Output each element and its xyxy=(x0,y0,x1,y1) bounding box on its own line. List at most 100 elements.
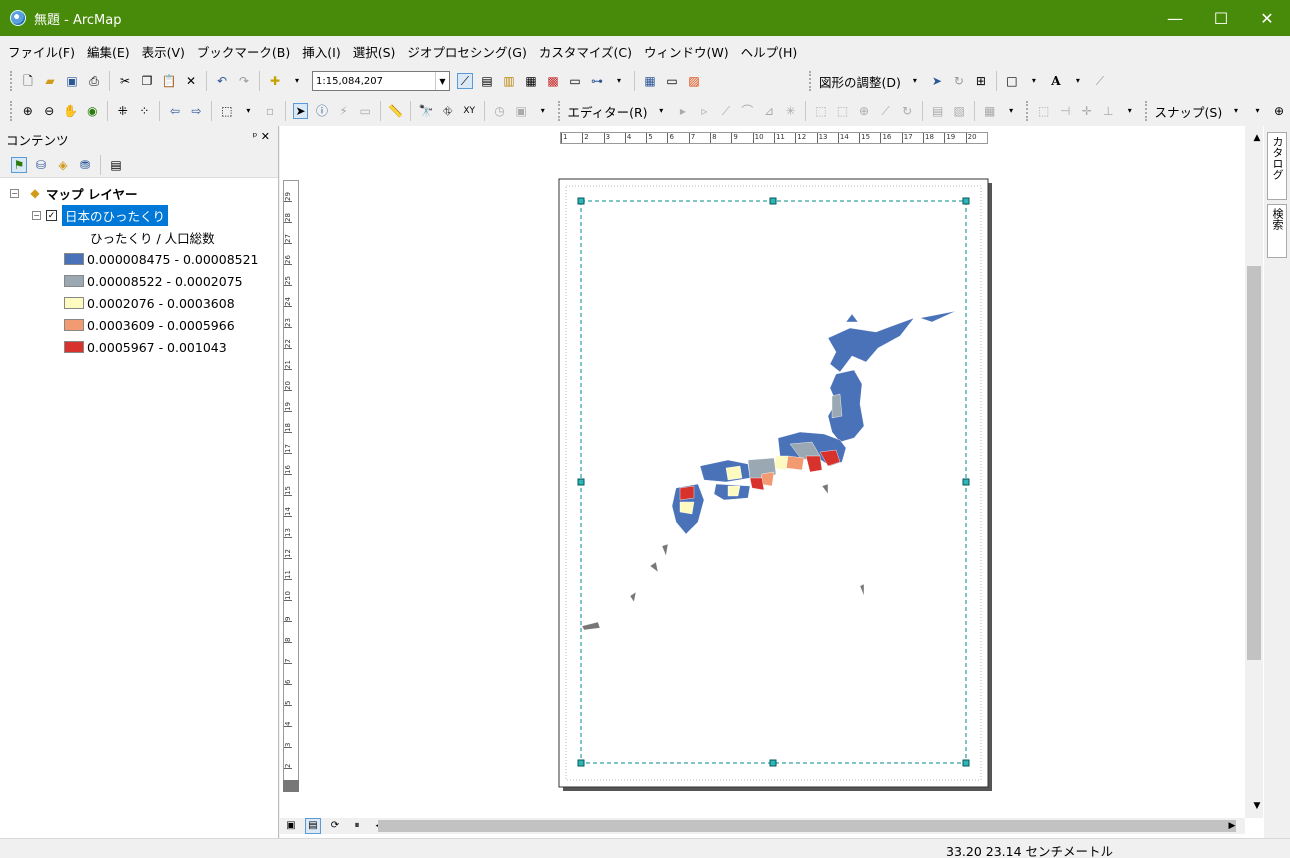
scroll-down-icon[interactable]: ▼ xyxy=(1249,798,1265,814)
list-by-visibility-icon[interactable]: ◈ xyxy=(55,157,71,173)
page-canvas[interactable] xyxy=(280,126,1244,818)
collapse-icon[interactable]: − xyxy=(10,188,19,198)
rectangle-icon[interactable]: □ xyxy=(1004,73,1020,89)
toolbar-overflow-icon[interactable]: ▾ xyxy=(1003,103,1019,119)
rotate-feature-icon[interactable]: ↻ xyxy=(899,103,915,119)
menu-selection[interactable]: 選択(S) xyxy=(353,42,396,61)
zoom-in-icon[interactable]: ⊕ xyxy=(20,103,36,119)
dropdown-arrow-icon[interactable]: ▾ xyxy=(907,73,923,89)
menu-edit[interactable]: 編集(E) xyxy=(87,42,130,61)
menu-geoprocessing[interactable]: ジオプロセシング(G) xyxy=(407,42,526,61)
menu-customize[interactable]: カスタマイズ(C) xyxy=(539,42,632,61)
toolbar-overflow-icon[interactable]: ▾ xyxy=(535,103,551,119)
time-slider-icon[interactable]: ◷ xyxy=(492,103,508,119)
horizontal-scrollbar[interactable]: ▣ ▤ ⟳ ⏸ ◀ ▶ xyxy=(280,818,1245,834)
menu-windows[interactable]: ウィンドウ(W) xyxy=(644,42,729,61)
edit-vertices-icon[interactable]: ⟋ xyxy=(1092,73,1108,89)
viewer-window-icon[interactable]: ▣ xyxy=(513,103,529,119)
minimize-button[interactable]: — xyxy=(1152,0,1198,36)
fixed-zoom-out-icon[interactable]: ⁘ xyxy=(137,103,153,119)
redo-icon[interactable]: ↷ xyxy=(236,73,252,89)
map-layers-group[interactable]: − ◆ マップ レイヤー xyxy=(0,182,278,204)
topology-icon[interactable]: ⬚ xyxy=(1036,103,1052,119)
toolbar-grip[interactable] xyxy=(809,71,812,91)
snap-vertex-icon[interactable]: ✛ xyxy=(1079,103,1095,119)
pause-drawing-icon[interactable]: ⏸ xyxy=(349,818,365,834)
zoom-whole-page-icon[interactable]: ⊕ xyxy=(1271,103,1287,119)
catalog-window-icon[interactable]: ▥ xyxy=(501,73,517,89)
create-features-icon[interactable]: ▦ xyxy=(982,103,998,119)
menu-bookmarks[interactable]: ブックマーク(B) xyxy=(197,42,290,61)
toolbar-overflow-icon[interactable]: ▾ xyxy=(611,73,627,89)
menu-view[interactable]: 表示(V) xyxy=(142,42,185,61)
toolbar-grip[interactable] xyxy=(557,101,561,121)
close-button[interactable]: ✕ xyxy=(1244,0,1290,36)
toolbar-overflow-icon[interactable]: ▾ xyxy=(1250,103,1266,119)
toolbar-grip[interactable] xyxy=(10,101,13,121)
dropdown-arrow-icon[interactable]: ▾ xyxy=(654,103,670,119)
editor-toolbar-icon[interactable]: ⟋ xyxy=(457,73,473,89)
open-folder-icon[interactable]: ▰ xyxy=(42,73,58,89)
fixed-zoom-in-icon[interactable]: ⁜ xyxy=(115,103,131,119)
copy-icon[interactable]: ❐ xyxy=(139,73,155,89)
toc-window-icon[interactable]: ▤ xyxy=(479,73,495,89)
snap-edge-icon[interactable]: ⊥ xyxy=(1101,103,1117,119)
maximize-button[interactable]: ☐ xyxy=(1198,0,1244,36)
undo-icon[interactable]: ↶ xyxy=(214,73,230,89)
rotate-icon[interactable]: ↻ xyxy=(951,73,967,89)
options-icon[interactable]: ▤ xyxy=(108,157,124,173)
map-scale-input[interactable]: 1:15,084,207 ▼ xyxy=(312,71,450,91)
add-data-icon[interactable]: ✚ xyxy=(267,73,283,89)
split-icon[interactable]: ⟋ xyxy=(878,103,894,119)
toolbar-grip[interactable] xyxy=(1025,101,1029,121)
chevron-down-icon[interactable]: ▼ xyxy=(435,72,449,90)
cut-polygons-icon[interactable]: ⊕ xyxy=(856,103,872,119)
hyperlink-icon[interactable]: ⚡ xyxy=(336,103,352,119)
html-popup-icon[interactable]: ▭ xyxy=(357,103,373,119)
pan-icon[interactable]: ✋ xyxy=(63,103,79,119)
list-by-source-icon[interactable]: ⛁ xyxy=(33,157,49,173)
layer-name[interactable]: 日本のひったくり xyxy=(62,204,169,226)
snap-end-icon[interactable]: ⊣ xyxy=(1057,103,1073,119)
arctoolbox-icon[interactable]: ▩ xyxy=(545,73,561,89)
end-point-arc-icon[interactable]: ⌒ xyxy=(740,103,756,119)
scrollbar-thumb[interactable] xyxy=(1247,266,1261,660)
layer-visibility-checkbox[interactable]: ✓ xyxy=(46,209,57,221)
point-icon[interactable]: ✳ xyxy=(783,103,799,119)
scroll-right-icon[interactable]: ▶ xyxy=(1224,818,1240,834)
list-by-drawing-order-icon[interactable]: ⚑ xyxy=(11,156,27,173)
search-window-icon[interactable]: ▦ xyxy=(523,73,539,89)
delete-icon[interactable]: ✕ xyxy=(183,73,199,89)
layer-item[interactable]: − ✓ 日本のひったくり xyxy=(0,204,278,226)
edit-vertices-icon[interactable]: ⬚ xyxy=(813,103,829,119)
go-to-xy-icon[interactable]: XY xyxy=(461,103,477,119)
dropdown-arrow-icon[interactable]: ▾ xyxy=(289,73,305,89)
sketch-properties-icon[interactable]: ▧ xyxy=(951,103,967,119)
model-builder-icon[interactable]: ⊶ xyxy=(589,73,605,89)
select-arrow-icon[interactable]: ➤ xyxy=(292,103,309,119)
forward-extent-icon[interactable]: ⇨ xyxy=(189,103,205,119)
attributes-icon[interactable]: ▤ xyxy=(930,103,946,119)
trace-icon[interactable]: ⊿ xyxy=(761,103,777,119)
menu-insert[interactable]: 挿入(I) xyxy=(302,42,340,61)
editor-menu[interactable]: エディター(R) xyxy=(567,102,647,121)
new-document-icon[interactable]: 🗋 xyxy=(20,73,36,89)
zoom-out-icon[interactable]: ⊖ xyxy=(42,103,58,119)
find-icon[interactable]: 🔭 xyxy=(418,103,434,119)
pin-close-icons[interactable]: ᵖ ✕ xyxy=(253,130,270,143)
python-window-icon[interactable]: ▭ xyxy=(567,73,583,89)
measure-icon[interactable]: 📏 xyxy=(388,103,404,119)
vertical-scrollbar[interactable]: ▲ ▼ xyxy=(1245,126,1263,818)
menu-file[interactable]: ファイル(F) xyxy=(8,42,75,61)
back-extent-icon[interactable]: ⇦ xyxy=(167,103,183,119)
drawing-menu[interactable]: 図形の調整(D) xyxy=(819,72,901,91)
dropdown-arrow-icon[interactable]: ▾ xyxy=(241,103,257,119)
straight-segment-icon[interactable]: ⟋ xyxy=(718,103,734,119)
catalog-tab[interactable]: カタログ xyxy=(1267,132,1287,200)
edit-tool-icon[interactable]: ▸ xyxy=(675,103,691,119)
identify-icon[interactable]: ⓘ xyxy=(314,103,330,119)
refresh-icon[interactable]: ⟳ xyxy=(327,818,343,834)
legend-class[interactable]: 0.00008522 - 0.0002075 xyxy=(0,270,278,292)
legend-class[interactable]: 0.0003609 - 0.0005966 xyxy=(0,314,278,336)
dropdown-arrow-icon[interactable]: ▾ xyxy=(1228,103,1244,119)
